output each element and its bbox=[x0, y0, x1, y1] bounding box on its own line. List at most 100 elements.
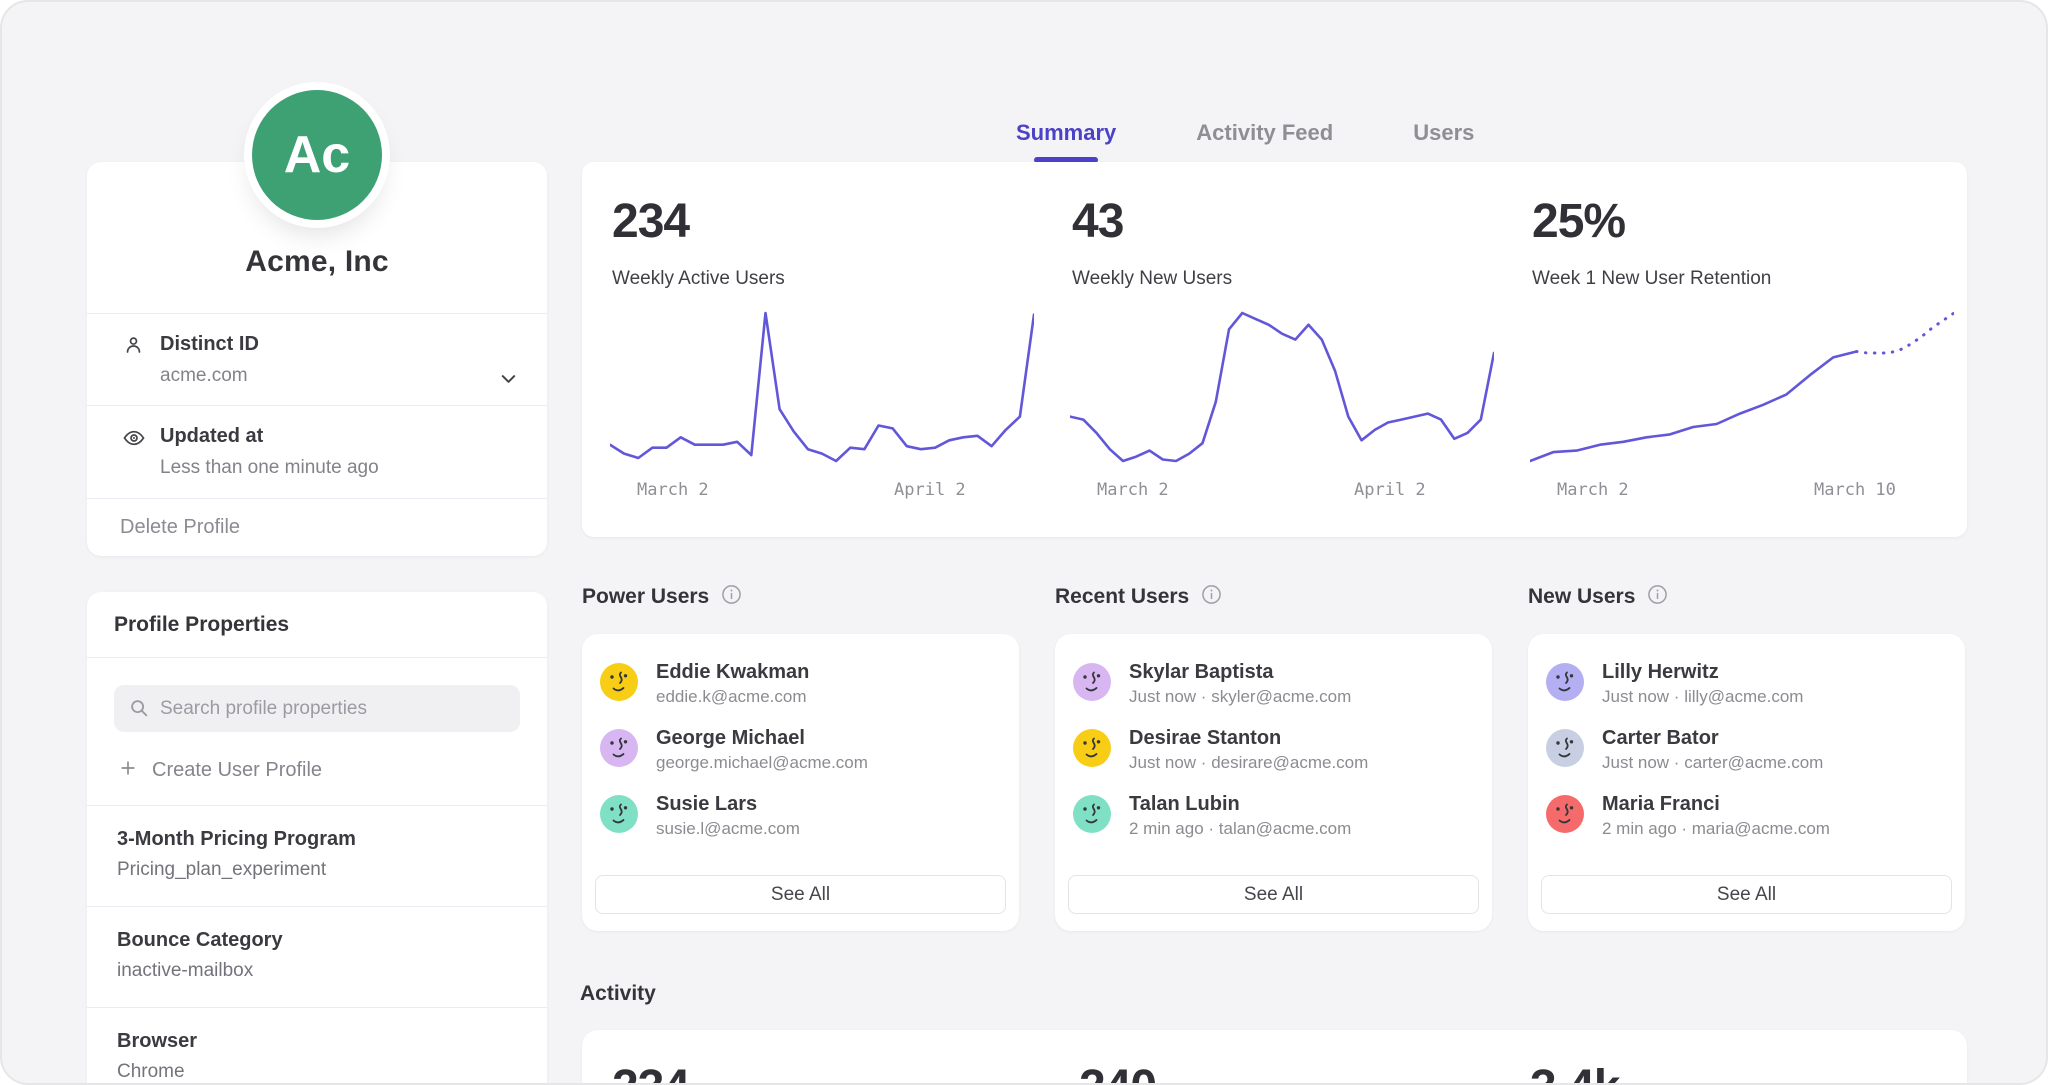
profile-card: Acme, Inc Distinct ID acme.com bbox=[87, 162, 547, 556]
search-profile-properties-input[interactable] bbox=[114, 685, 520, 732]
property-label: Browser bbox=[117, 1028, 517, 1054]
user-email: 2 min ago · talan@acme.com bbox=[1129, 818, 1351, 840]
profile-row-updated-at: Updated at Less than one minute ago bbox=[87, 406, 547, 499]
tab-label: Users bbox=[1413, 120, 1474, 145]
delete-profile-button[interactable]: Delete Profile bbox=[120, 516, 240, 539]
user-name: Talan Lubin bbox=[1129, 791, 1240, 817]
activity-stat: 3.4k bbox=[1530, 1062, 1619, 1085]
doodle-face-icon bbox=[1546, 729, 1584, 767]
tab-label: Activity Feed bbox=[1196, 120, 1333, 145]
sparkline-chart bbox=[610, 307, 1034, 467]
profile-row-distinct-id: Distinct ID acme.com bbox=[87, 314, 547, 406]
user-list-item[interactable]: Eddie Kwakman eddie.k@acme.com bbox=[600, 658, 1000, 714]
property-value: Chrome bbox=[117, 1060, 517, 1084]
doodle-face-icon bbox=[1546, 663, 1584, 701]
doodle-face-icon bbox=[600, 795, 638, 833]
user-name: Maria Franci bbox=[1602, 791, 1720, 817]
row-label: Updated at bbox=[160, 424, 379, 448]
stat-weekly-active-users: 234 Weekly Active Users March 2 April 2 bbox=[602, 162, 1047, 537]
tab-activity-feed[interactable]: Activity Feed bbox=[1196, 119, 1333, 147]
stat-label: Weekly Active Users bbox=[612, 268, 785, 290]
activity-section-title: Activity bbox=[580, 982, 656, 1006]
profile-properties-header: Profile Properties bbox=[87, 592, 547, 658]
property-label: Bounce Category bbox=[117, 927, 517, 953]
x-axis-labels: March 2 April 2 bbox=[1062, 480, 1502, 502]
activity-stat: 240 bbox=[1079, 1062, 1156, 1085]
see-all-button[interactable]: See All bbox=[595, 875, 1006, 914]
row-text: Updated at Less than one minute ago bbox=[160, 424, 379, 498]
x-tick-left: March 2 bbox=[1557, 480, 1629, 500]
plus-icon bbox=[118, 758, 138, 783]
property-item: 3-Month Pricing Program Pricing_plan_exp… bbox=[87, 805, 547, 906]
doodle-face-icon bbox=[1073, 795, 1111, 833]
sparkline-chart bbox=[1530, 307, 1954, 467]
user-name: Susie Lars bbox=[656, 791, 757, 817]
user-list-item[interactable]: Desirae Stanton Just now · desirare@acme… bbox=[1073, 724, 1473, 780]
sparkline-chart bbox=[1070, 307, 1494, 467]
doodle-face-icon bbox=[600, 663, 638, 701]
user-email: george.michael@acme.com bbox=[656, 752, 868, 774]
power-users-card: Eddie Kwakman eddie.k@acme.com George Mi… bbox=[582, 634, 1019, 931]
user-list-item[interactable]: Skylar Baptista Just now · skyler@acme.c… bbox=[1073, 658, 1473, 714]
user-avatar bbox=[1546, 795, 1584, 833]
tab-label: Summary bbox=[1016, 120, 1116, 145]
user-avatar bbox=[1073, 663, 1111, 701]
info-icon[interactable] bbox=[1647, 584, 1668, 610]
tab-users[interactable]: Users bbox=[1413, 119, 1474, 147]
property-value: Pricing_plan_experiment bbox=[117, 858, 517, 882]
user-email: eddie.k@acme.com bbox=[656, 686, 807, 708]
recent-users-card: Skylar Baptista Just now · skyler@acme.c… bbox=[1055, 634, 1492, 931]
new-users-header: New Users bbox=[1528, 584, 1668, 610]
x-axis-labels: March 2 April 2 bbox=[602, 480, 1042, 502]
see-all-button[interactable]: See All bbox=[1068, 875, 1479, 914]
stat-value: 25% bbox=[1532, 196, 1625, 248]
tab-bar: Summary Activity Feed Users bbox=[1016, 119, 1474, 147]
row-value: Less than one minute ago bbox=[160, 456, 379, 480]
doodle-face-icon bbox=[1073, 663, 1111, 701]
user-email: susie.l@acme.com bbox=[656, 818, 800, 840]
recent-users-header: Recent Users bbox=[1055, 584, 1222, 610]
doodle-face-icon bbox=[1546, 795, 1584, 833]
user-email: Just now · desirare@acme.com bbox=[1129, 752, 1368, 774]
person-icon bbox=[122, 334, 146, 405]
stat-value: 43 bbox=[1072, 196, 1123, 248]
see-all-button[interactable]: See All bbox=[1541, 875, 1952, 914]
section-title: Recent Users bbox=[1055, 585, 1189, 609]
x-tick-left: March 2 bbox=[637, 480, 709, 500]
user-list-item[interactable]: Carter Bator Just now · carter@acme.com bbox=[1546, 724, 1946, 780]
user-list-item[interactable]: Talan Lubin 2 min ago · talan@acme.com bbox=[1073, 790, 1473, 846]
user-name: Skylar Baptista bbox=[1129, 659, 1274, 685]
profile-properties-card: Profile Properties Create User Pr bbox=[87, 592, 547, 1085]
stat-week1-retention: 25% Week 1 New User Retention March 2 Ma… bbox=[1522, 162, 1967, 537]
property-value: inactive-mailbox bbox=[117, 959, 517, 983]
stat-weekly-new-users: 43 Weekly New Users March 2 April 2 bbox=[1062, 162, 1507, 537]
profile-properties-body: Create User Profile bbox=[87, 658, 547, 783]
user-list-item[interactable]: Susie Lars susie.l@acme.com bbox=[600, 790, 1000, 846]
delete-profile-row: Delete Profile bbox=[87, 499, 547, 556]
property-label: 3-Month Pricing Program bbox=[117, 826, 517, 852]
user-email: Just now · skyler@acme.com bbox=[1129, 686, 1351, 708]
user-name: George Michael bbox=[656, 725, 805, 751]
chevron-down-icon[interactable] bbox=[497, 367, 520, 395]
user-list-item[interactable]: Maria Franci 2 min ago · maria@acme.com bbox=[1546, 790, 1946, 846]
info-icon[interactable] bbox=[1201, 584, 1222, 610]
user-name: Eddie Kwakman bbox=[656, 659, 809, 685]
profile-properties-list: 3-Month Pricing Program Pricing_plan_exp… bbox=[87, 805, 547, 1085]
property-item: Bounce Category inactive-mailbox bbox=[87, 906, 547, 1007]
new-users-card: Lilly Herwitz Just now · lilly@acme.com … bbox=[1528, 634, 1965, 931]
row-label: Distinct ID bbox=[160, 332, 259, 356]
user-email: Just now · lilly@acme.com bbox=[1602, 686, 1803, 708]
search-icon bbox=[128, 697, 150, 724]
tab-summary[interactable]: Summary bbox=[1016, 119, 1116, 147]
create-user-profile-button[interactable]: Create User Profile bbox=[118, 758, 520, 783]
user-list-item[interactable]: Lilly Herwitz Just now · lilly@acme.com bbox=[1546, 658, 1946, 714]
profile-properties-title: Profile Properties bbox=[114, 613, 289, 637]
company-avatar-initials: Ac bbox=[284, 125, 350, 185]
stat-label: Weekly New Users bbox=[1072, 268, 1232, 290]
user-email: Just now · carter@acme.com bbox=[1602, 752, 1823, 774]
stat-value: 234 bbox=[612, 196, 689, 248]
eye-icon bbox=[122, 426, 146, 498]
info-icon[interactable] bbox=[721, 584, 742, 610]
user-list-item[interactable]: George Michael george.michael@acme.com bbox=[600, 724, 1000, 780]
user-name: Carter Bator bbox=[1602, 725, 1719, 751]
